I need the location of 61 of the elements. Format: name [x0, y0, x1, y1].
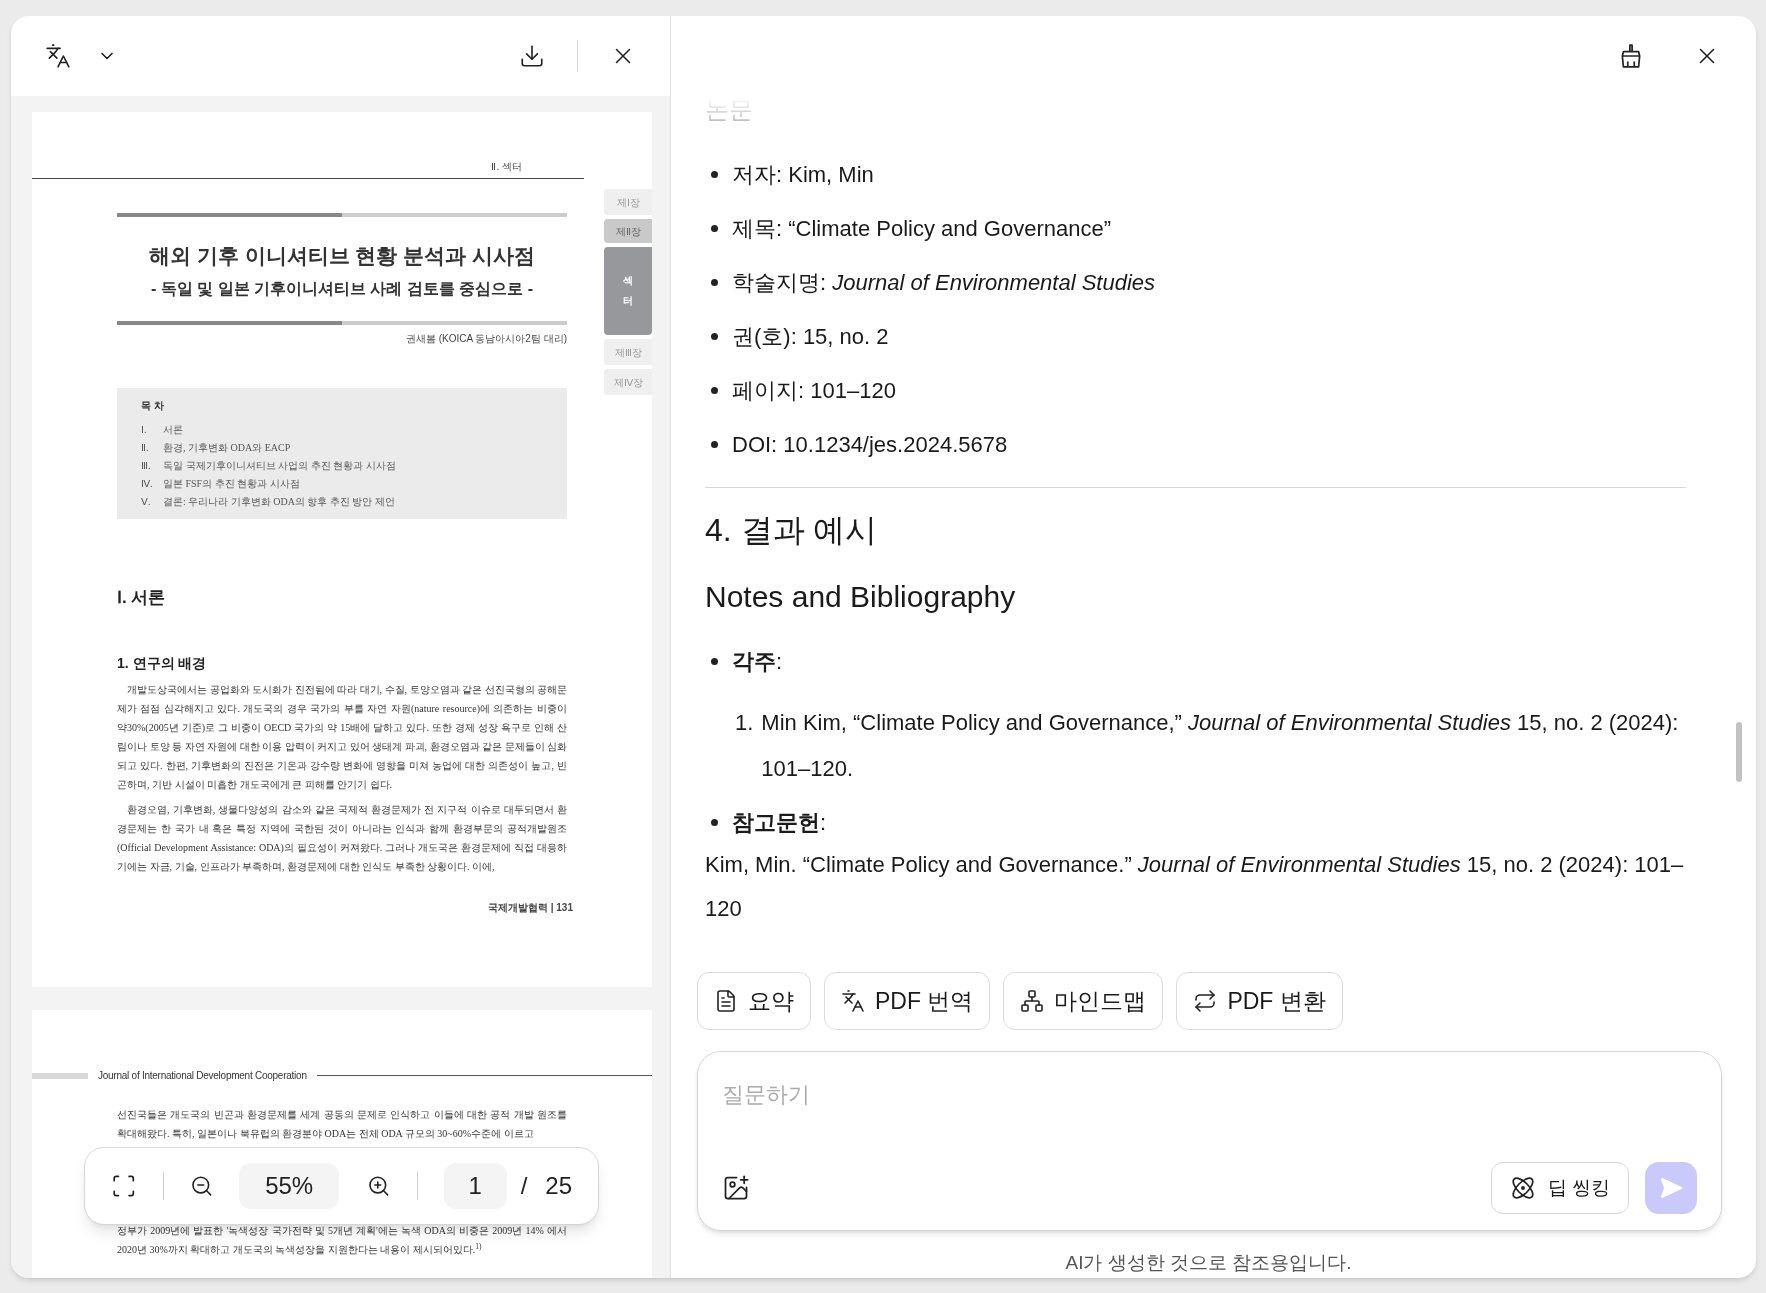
contents-number: Ⅴ.	[141, 495, 152, 510]
contents-number: Ⅱ.	[141, 441, 150, 456]
contents-item: 환경, 기후변화 ODA와 EACP	[163, 441, 291, 456]
author-line: 권새봄 (KOICA 동남아시아2팀 대리)	[404, 332, 567, 347]
subsection-heading: 1. 연구의 배경	[117, 653, 208, 673]
contents-number: Ⅲ.	[141, 459, 152, 474]
contents-item: 독일 국제기후이니셔티브 사업의 추진 현황과 시사점	[163, 459, 396, 474]
page-count: 25	[545, 1171, 572, 1201]
download-icon[interactable]	[519, 43, 545, 69]
contents-item: 일본 FSF의 추진 현황과 시사점	[163, 477, 300, 492]
section-heading: 논문	[705, 96, 754, 125]
zoom-out-icon[interactable]	[189, 1174, 214, 1198]
document-subtitle: - 독일 및 일본 기후이니셔티브 사례 검토를 중심으로 -	[149, 279, 535, 300]
convert-icon	[1193, 989, 1218, 1013]
detail-item: 권(호): 15, no. 2	[732, 323, 889, 351]
fit-page-icon[interactable]	[111, 1173, 137, 1199]
detail-item: DOI: 10.1234/jes.2024.5678	[732, 431, 1008, 459]
detail-item: 학술지명: Journal of Environmental Studies	[732, 269, 1156, 297]
detail-item: 저자: Kim, Min	[732, 161, 874, 189]
detail-item: 제목: “Climate Policy and Governance”	[732, 215, 1112, 243]
running-header: Journal of International Development Cooperation	[98, 1069, 307, 1083]
mindmap-icon	[1020, 989, 1045, 1013]
deep-thinking-button[interactable]: 딥 씽킹	[1490, 1162, 1629, 1214]
ai-disclaimer: AI가 생성한 것으로 참조용입니다.	[1064, 1251, 1353, 1275]
question-input[interactable]: 질문하기 딥 씽킹	[697, 1051, 1722, 1231]
answer-heading: 4. 결과 예시	[705, 511, 879, 550]
chapter-tab[interactable]: 제Ⅱ장	[604, 219, 652, 243]
body-paragraph: 정부가 2009년에 발표한 '녹색성장 국가전략 및 5개년 계획'에는 녹색 ODA의 비중은 2009년 14% 에서 2020년 30%까지 확대하고 개도국의 녹색성장을 지원한다는 내용이 제시되어있다.$^{1)}$	[117, 1224, 567, 1257]
footnote-number: 1.	[735, 709, 754, 737]
action-chip[interactable]: PDF 변환	[1176, 972, 1343, 1030]
page-number-field[interactable]: 1	[443, 1163, 507, 1209]
list-label: 각주:	[732, 648, 783, 676]
list-label: 참고문헌:	[732, 809, 827, 837]
zoom-level-field[interactable]: 55%	[239, 1163, 340, 1209]
body-paragraph: 선진국들은 개도국의 빈곤과 환경문제를 세계 공동의 문제로 인식하고 이들에 대한 공적 개발 원조를 확대해왔다. 특히, 일본이나 북유럽의 환경분야 ODA는 전체 ODA 규모의 30~60%수준에 이르고	[117, 1108, 567, 1141]
body-paragraph: 환경오염, 기후변화, 생물다양성의 감소와 같은 국제적 환경문제가 전 지구적 이슈로 대두되면서 환경문제는 한 국가 내 혹은 특정 지역에 국한된 것이 아니라는 인식과 함께 환경부문의 공적개발원조 (Official Development Assistance: ODA)의 필요성이 커져왔다. 그러나 개도국은 환경문제에 직접 대응하기에는 자금, 기술, 인프라가 부족하며, 환경문제에 대한 인식도 부족한 상황이다. 이에,	[117, 802, 567, 874]
contents-number: Ⅰ.	[141, 423, 148, 438]
action-chip[interactable]: PDF 번역	[824, 972, 991, 1030]
running-header: Ⅱ. 섹터	[491, 160, 522, 174]
action-chip[interactable]: 요약	[697, 972, 811, 1030]
send-icon	[1659, 1176, 1683, 1200]
contents-number: Ⅳ.	[141, 477, 154, 492]
page-separator: /	[520, 1171, 528, 1201]
contents-heading: 목 차	[141, 399, 165, 414]
answer-subheading: Notes and Bibliography	[705, 579, 1017, 615]
footnote-text: Min Kim, “Climate Policy and Governance,” Journal of Environmental Studies 15, no. 2 (2024): 101–120.	[761, 709, 1680, 783]
zoom-in-icon[interactable]	[367, 1174, 391, 1198]
page-footer: 국제개발협력 | 131	[487, 899, 573, 915]
atom-icon	[1509, 1175, 1536, 1201]
bibliography-entry: Kim, Min. “Climate Policy and Governance.” Journal of Environmental Studies 15, no. 2 (2024): 101–120	[705, 851, 1685, 923]
contents-item: 서론	[163, 423, 183, 438]
scrollbar-thumb[interactable]	[1736, 722, 1742, 782]
contents-item: 결론: 우리나라 기후변화 ODA의 향후 추진 방안 제언	[163, 495, 395, 510]
section-heading: Ⅰ. 서론	[117, 587, 167, 610]
document-title: 해외 기후 이니셔티브 현황 분석과 시사점	[147, 243, 537, 269]
translate-icon	[841, 989, 865, 1013]
question-field[interactable]: 질문하기	[722, 1078, 1697, 1111]
body-paragraph: 개발도상국에서는 공업화와 도시화가 진전됨에 따라 대기, 수질, 토양오염과 같은 선진국형의 공해문제가 점점 심각해지고 있다. 개도국의 경우 국가의 부를 자연 자원(nature resource)에 의존하는 비중이 약30%(2005년 기준)로 그 비중이 OECD 국가의 약 15배에 달하고 있다. 또한 경제 성장 욕구로 인해 산림이나 토양 등 자연 자원에 대한 이용 압력이 커지고 있어 생태계 파괴, 환경오염과 같은 문제들이 심화되고 있다. 한편, 기후변화의 진전은 기온과 강수량 변화에 영향을 미쳐 농업에 대한 의존성이 높고, 빈곤하며, 기반 시설이 미흡한 개도국에게 큰 피해를 안기기 쉽다.	[117, 682, 567, 792]
detail-item: 페이지: 101–120	[732, 377, 896, 405]
action-chip[interactable]: 마인드맵	[1003, 972, 1164, 1030]
translate-icon	[45, 43, 71, 69]
